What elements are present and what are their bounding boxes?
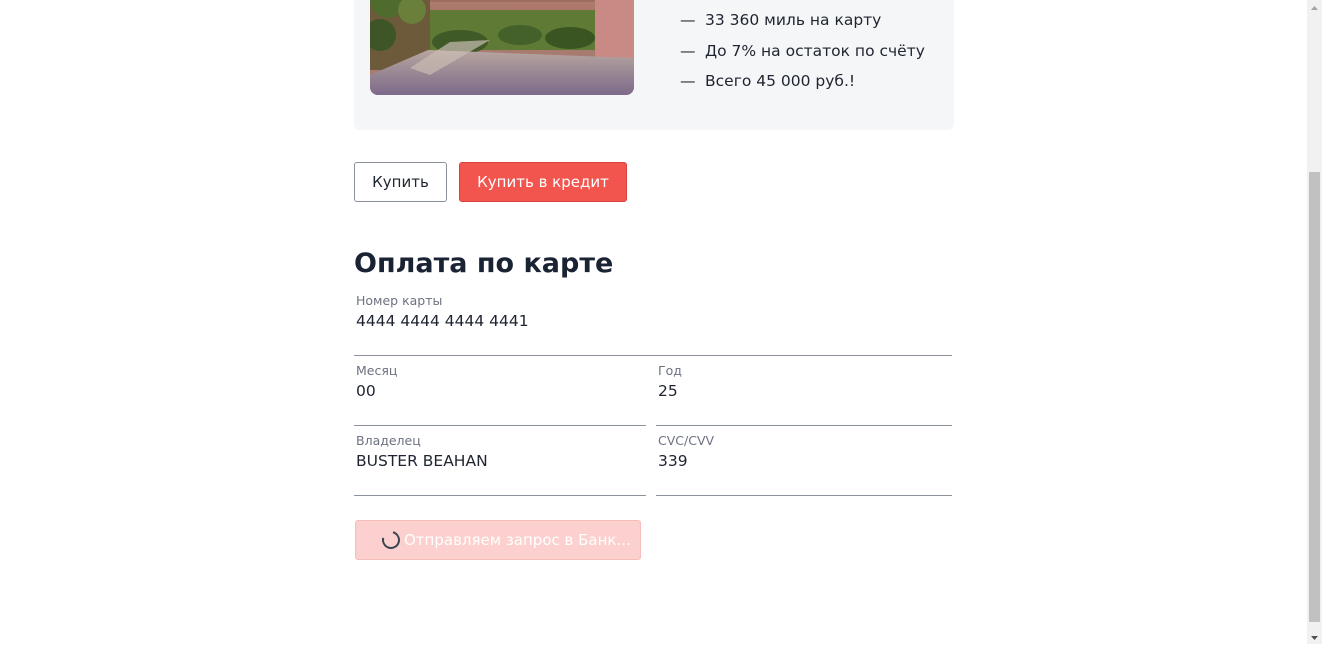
feature-item: — 33 360 миль на карту	[680, 8, 925, 39]
submit-button[interactable]: Отправляем запрос в Банк...	[355, 520, 641, 560]
submit-label: Отправляем запрос в Банк...	[404, 531, 631, 549]
owner-label: Владелец	[356, 433, 421, 448]
month-label: Месяц	[356, 363, 398, 378]
month-input[interactable]	[356, 380, 636, 402]
buy-on-credit-button[interactable]: Купить в кредит	[459, 162, 627, 202]
payment-title: Оплата по карте	[354, 248, 614, 279]
year-label: Год	[658, 363, 682, 378]
buy-button[interactable]: Купить	[354, 162, 447, 202]
card-number-input[interactable]	[356, 310, 916, 332]
vertical-scrollbar[interactable]	[1307, 0, 1322, 644]
feature-text: Всего 45 000 руб.!	[705, 72, 856, 90]
cvc-input[interactable]	[658, 450, 938, 472]
owner-input[interactable]	[356, 450, 636, 472]
feature-item: — До 7% на остаток по счёту	[680, 39, 925, 70]
feature-dash: —	[680, 11, 696, 29]
year-input[interactable]	[658, 380, 938, 402]
month-field[interactable]: Месяц	[354, 356, 646, 426]
card-number-label: Номер карты	[356, 293, 443, 308]
scrollbar-thumb[interactable]	[1309, 172, 1320, 622]
card-number-field[interactable]: Номер карты	[354, 286, 952, 356]
cvc-label: CVC/CVV	[658, 433, 715, 448]
scroll-down-arrow-icon[interactable]	[1307, 630, 1322, 644]
scroll-up-arrow-icon[interactable]	[1307, 0, 1322, 14]
loading-spinner-icon	[378, 527, 404, 553]
cvc-field[interactable]: CVC/CVV	[656, 426, 952, 496]
page: — 33 360 миль на карту — До 7% на остаток …	[0, 0, 1307, 644]
feature-text: 33 360 миль на карту	[705, 11, 882, 29]
owner-field[interactable]: Владелец	[354, 426, 646, 496]
feature-dash: —	[680, 72, 696, 90]
year-field[interactable]: Год	[656, 356, 952, 426]
feature-item: — Всего 45 000 руб.!	[680, 69, 925, 100]
tour-photo	[370, 0, 634, 95]
feature-dash: —	[680, 41, 696, 60]
tour-features-list: — 33 360 миль на карту — До 7% на остаток …	[680, 8, 925, 100]
feature-text: До 7% на остаток по счёту	[705, 41, 925, 60]
